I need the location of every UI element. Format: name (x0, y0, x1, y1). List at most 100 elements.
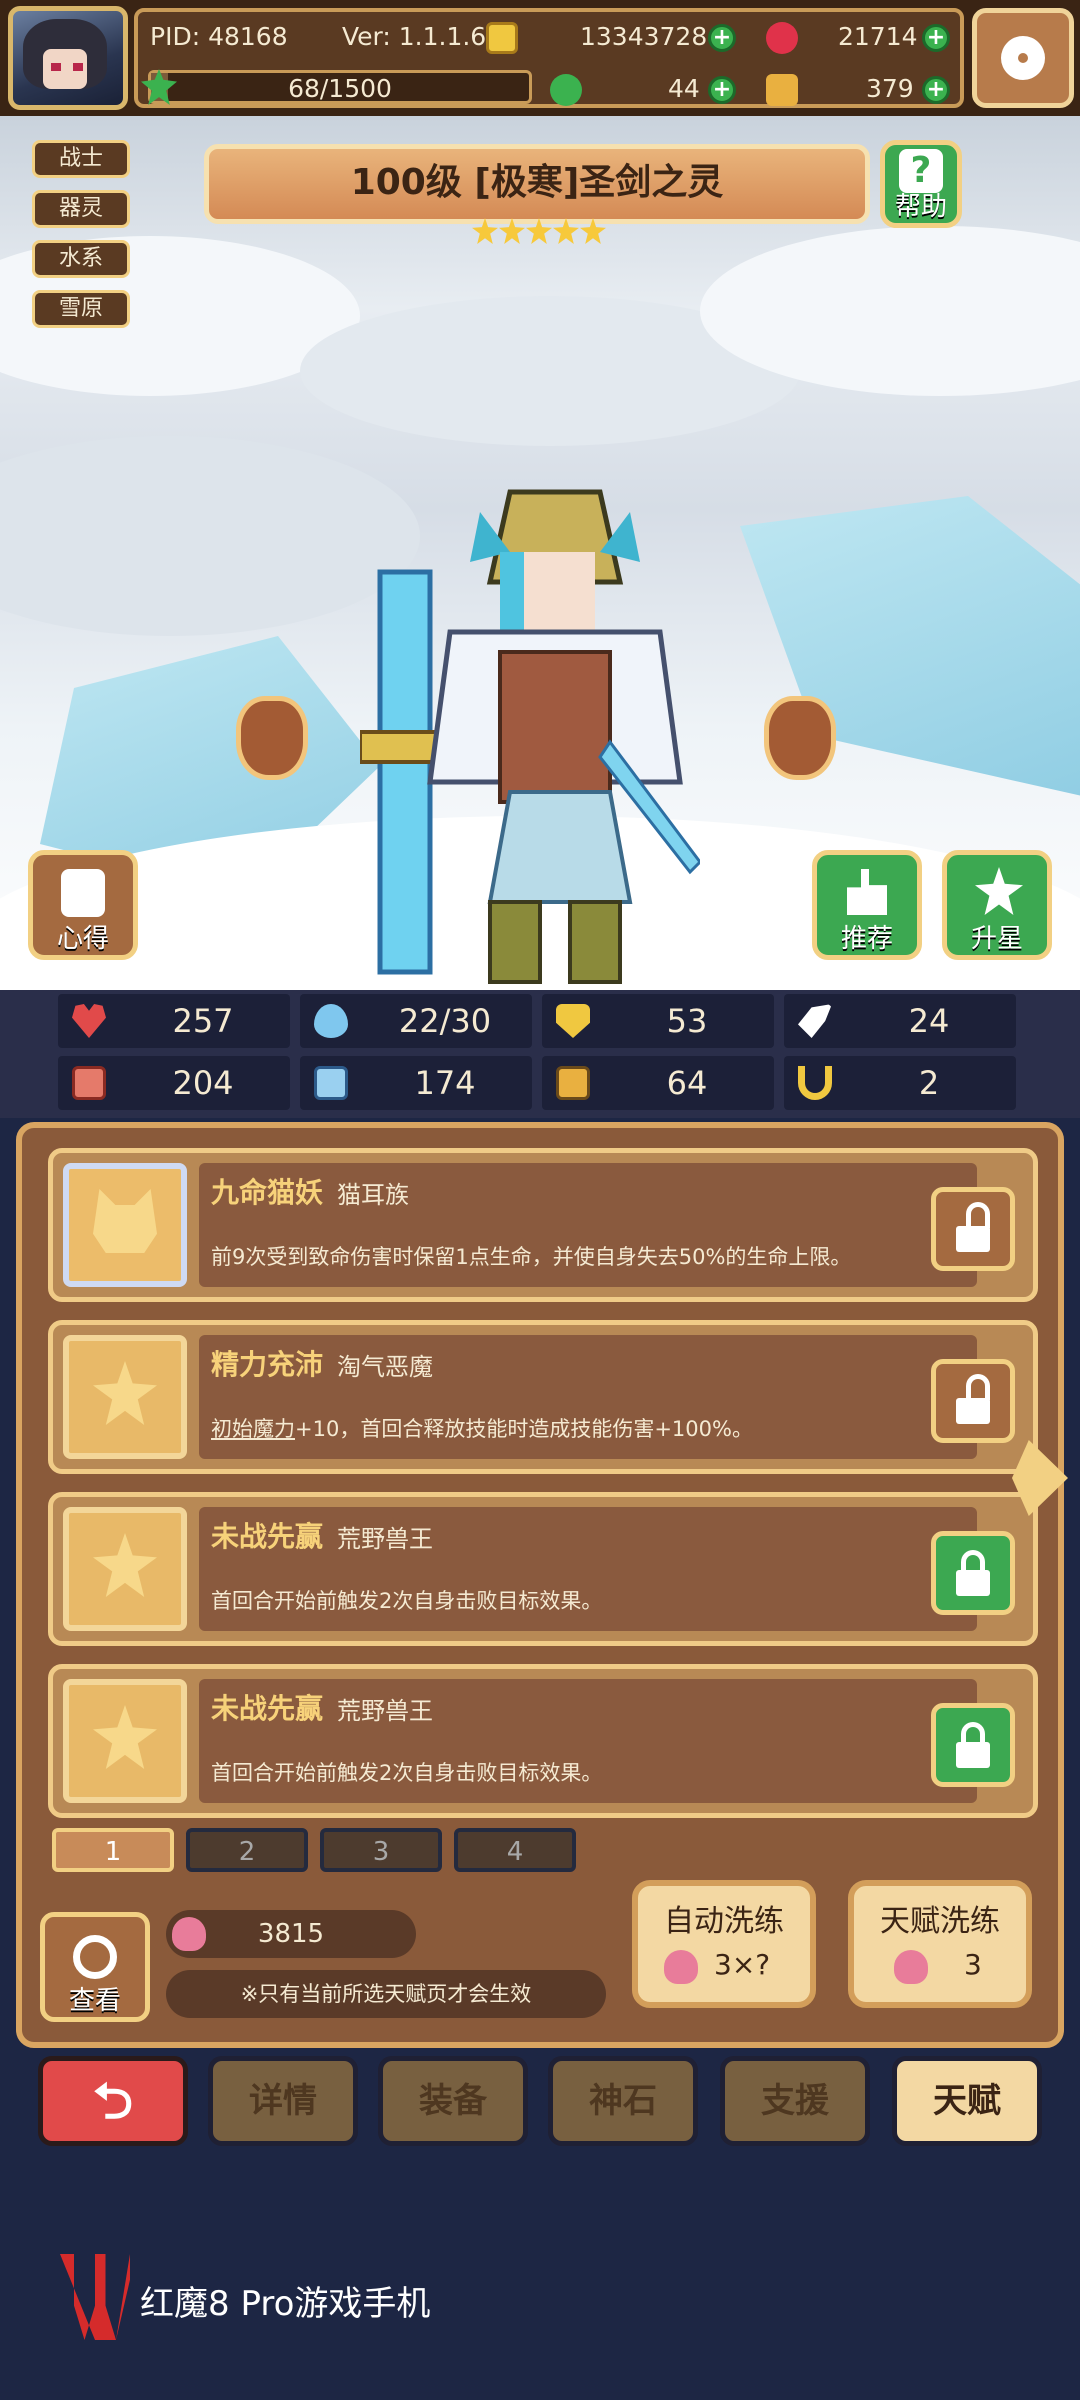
back-button[interactable]: ⮌ (38, 2056, 188, 2146)
talent-card[interactable]: 九命猫妖 猫耳族 前9次受到致命伤害时保留1点生命，并使自身失去50%的生命上限… (48, 1148, 1038, 1302)
game-screen: { "topbar": { "pid": "PID: 48168", "vers… (0, 0, 1080, 2400)
talent-name: 九命猫妖 (211, 1176, 324, 1209)
peach-count: 3815 (257, 1919, 325, 1949)
peach-icon (894, 1950, 928, 1984)
water-drop-icon (314, 1004, 348, 1038)
tag-region: 雪原 (32, 290, 130, 328)
talent-page-tab-3[interactable]: 3 (320, 1828, 442, 1872)
view-label: 查看 (68, 1986, 121, 2016)
help-button[interactable]: ? 帮助 (880, 140, 962, 228)
nav-support[interactable]: 支援 (720, 2056, 870, 2146)
player-id: PID: 48168 (150, 22, 288, 51)
stat-luck: 2 (784, 1056, 1016, 1110)
star-icon (472, 218, 498, 244)
auto-wash-button[interactable]: 自动洗练 3×? (632, 1880, 816, 2008)
talent-page-notice: ※只有当前所选天赋页才会生效 (166, 1970, 606, 2018)
peach-icon (664, 1950, 698, 1984)
stat-armor: 64 (542, 1056, 774, 1110)
resource-panel: PID: 48168 Ver: 1.1.1.6 13343728 + 21714… (134, 8, 964, 108)
energy-bar: 68/1500 (141, 69, 532, 105)
energy-value: 68/1500 (288, 74, 392, 103)
nav-details[interactable]: 详情 (208, 2056, 358, 2146)
add-gold-button[interactable]: + (708, 24, 736, 52)
hero-scene: 战士 器灵 水系 雪原 100级 [极寒]圣剑之灵 ? 帮助 心得 推荐 升星 (0, 116, 1080, 990)
key-icon (766, 74, 798, 106)
hero-title: 100级 [极寒]圣剑之灵 (204, 144, 870, 224)
star-icon (93, 1533, 157, 1597)
prev-shield-icon[interactable] (236, 696, 308, 780)
stat-mana: 22/30 (300, 994, 532, 1048)
gold-amount: 13343728 (580, 22, 708, 51)
upgrade-label: 升星 (970, 924, 1023, 954)
settings-button[interactable] (972, 8, 1074, 108)
star-icon (93, 1361, 157, 1425)
return-arrow-icon: ⮌ (92, 2072, 134, 2130)
stat-mana-value: 22/30 (398, 1002, 492, 1040)
talent-card[interactable]: 未战先赢 荒野兽王 首回合开始前触发2次自身击败目标效果。 (48, 1492, 1038, 1646)
talent-page-tab-1[interactable]: 1 (52, 1828, 174, 1872)
locked-lock-icon[interactable] (931, 1531, 1015, 1615)
redmagic-logo-icon (60, 2254, 130, 2340)
talent-icon-box (63, 1507, 187, 1631)
talent-wash-label: 天赋洗练 (880, 1904, 1000, 1939)
star-icon (499, 218, 525, 244)
talent-desc: 首回合开始前触发2次自身击败目标效果。 (211, 1761, 603, 1785)
talent-card[interactable]: 精力充沛 淘气恶魔 初始魔力+10，首回合释放技能时造成技能伤害+100%。 (48, 1320, 1038, 1474)
stat-hp: 257 (58, 994, 290, 1048)
star-icon (975, 867, 1023, 915)
heart-icon (72, 1004, 106, 1038)
view-button[interactable]: 查看 (40, 1912, 150, 2022)
stat-attack-value: 204 (172, 1064, 234, 1102)
talent-race: 荒野兽王 (337, 1525, 433, 1553)
tag-element: 水系 (32, 240, 130, 278)
talent-race: 淘气恶魔 (337, 1353, 433, 1381)
star-icon (553, 218, 579, 244)
talent-icon-box (63, 1163, 187, 1287)
tag-class: 战士 (32, 140, 130, 178)
nav-equipment[interactable]: 装备 (378, 2056, 528, 2146)
recommend-button[interactable]: 推荐 (812, 850, 922, 960)
stats-panel: 257 22/30 53 24 204 174 64 2 (0, 990, 1080, 1118)
talent-page-tab-2[interactable]: 2 (186, 1828, 308, 1872)
upgrade-star-button[interactable]: 升星 (942, 850, 1052, 960)
key-amount: 379 (866, 74, 914, 103)
add-keys-button[interactable]: + (922, 76, 950, 104)
talent-icon-box (63, 1679, 187, 1803)
nav-talent[interactable]: 天赋 (892, 2056, 1042, 2146)
unlocked-lock-icon[interactable] (931, 1187, 1015, 1271)
gold-coin-icon (486, 22, 518, 54)
talent-wash-button[interactable]: 天赋洗练 3 (848, 1880, 1032, 2008)
stat-armor-value: 64 (666, 1064, 708, 1102)
talent-page-tab-4[interactable]: 4 (454, 1828, 576, 1872)
talent-race: 荒野兽王 (337, 1697, 433, 1725)
star-icon (580, 218, 606, 244)
talent-race: 猫耳族 (337, 1181, 409, 1209)
talent-desc: 初始魔力+10，首回合释放技能时造成技能伤害+100%。 (211, 1417, 753, 1441)
talent-icon-box (63, 1335, 187, 1459)
gear-icon (1001, 36, 1045, 80)
gem-amount: 21714 (838, 22, 918, 51)
shield-icon (556, 1004, 590, 1038)
talent-desc-link[interactable]: 初始魔力 (211, 1417, 295, 1441)
hero-sprite (360, 489, 700, 984)
next-shield-icon[interactable] (764, 696, 836, 780)
add-clover-button[interactable]: + (708, 76, 736, 104)
stat-defense: 53 (542, 994, 774, 1048)
device-brand-text: 红魔8 Pro游戏手机 (140, 2284, 431, 2324)
thumbs-up-icon (847, 869, 887, 915)
stat-attack: 204 (58, 1056, 290, 1110)
talent-card[interactable]: 未战先赢 荒野兽王 首回合开始前触发2次自身击败目标效果。 (48, 1664, 1038, 1818)
clover-amount: 44 (668, 74, 700, 103)
add-gems-button[interactable]: + (922, 24, 950, 52)
locked-lock-icon[interactable] (931, 1703, 1015, 1787)
tag-type: 器灵 (32, 190, 130, 228)
player-avatar[interactable] (8, 6, 128, 110)
talent-name: 精力充沛 (211, 1348, 324, 1381)
stat-magic: 174 (300, 1056, 532, 1110)
unlocked-lock-icon[interactable] (931, 1359, 1015, 1443)
talent-name: 未战先赢 (211, 1520, 324, 1553)
nav-godstone[interactable]: 神石 (548, 2056, 698, 2146)
notes-button[interactable]: 心得 (28, 850, 138, 960)
notes-label: 心得 (56, 924, 109, 954)
star-icon (93, 1705, 157, 1769)
